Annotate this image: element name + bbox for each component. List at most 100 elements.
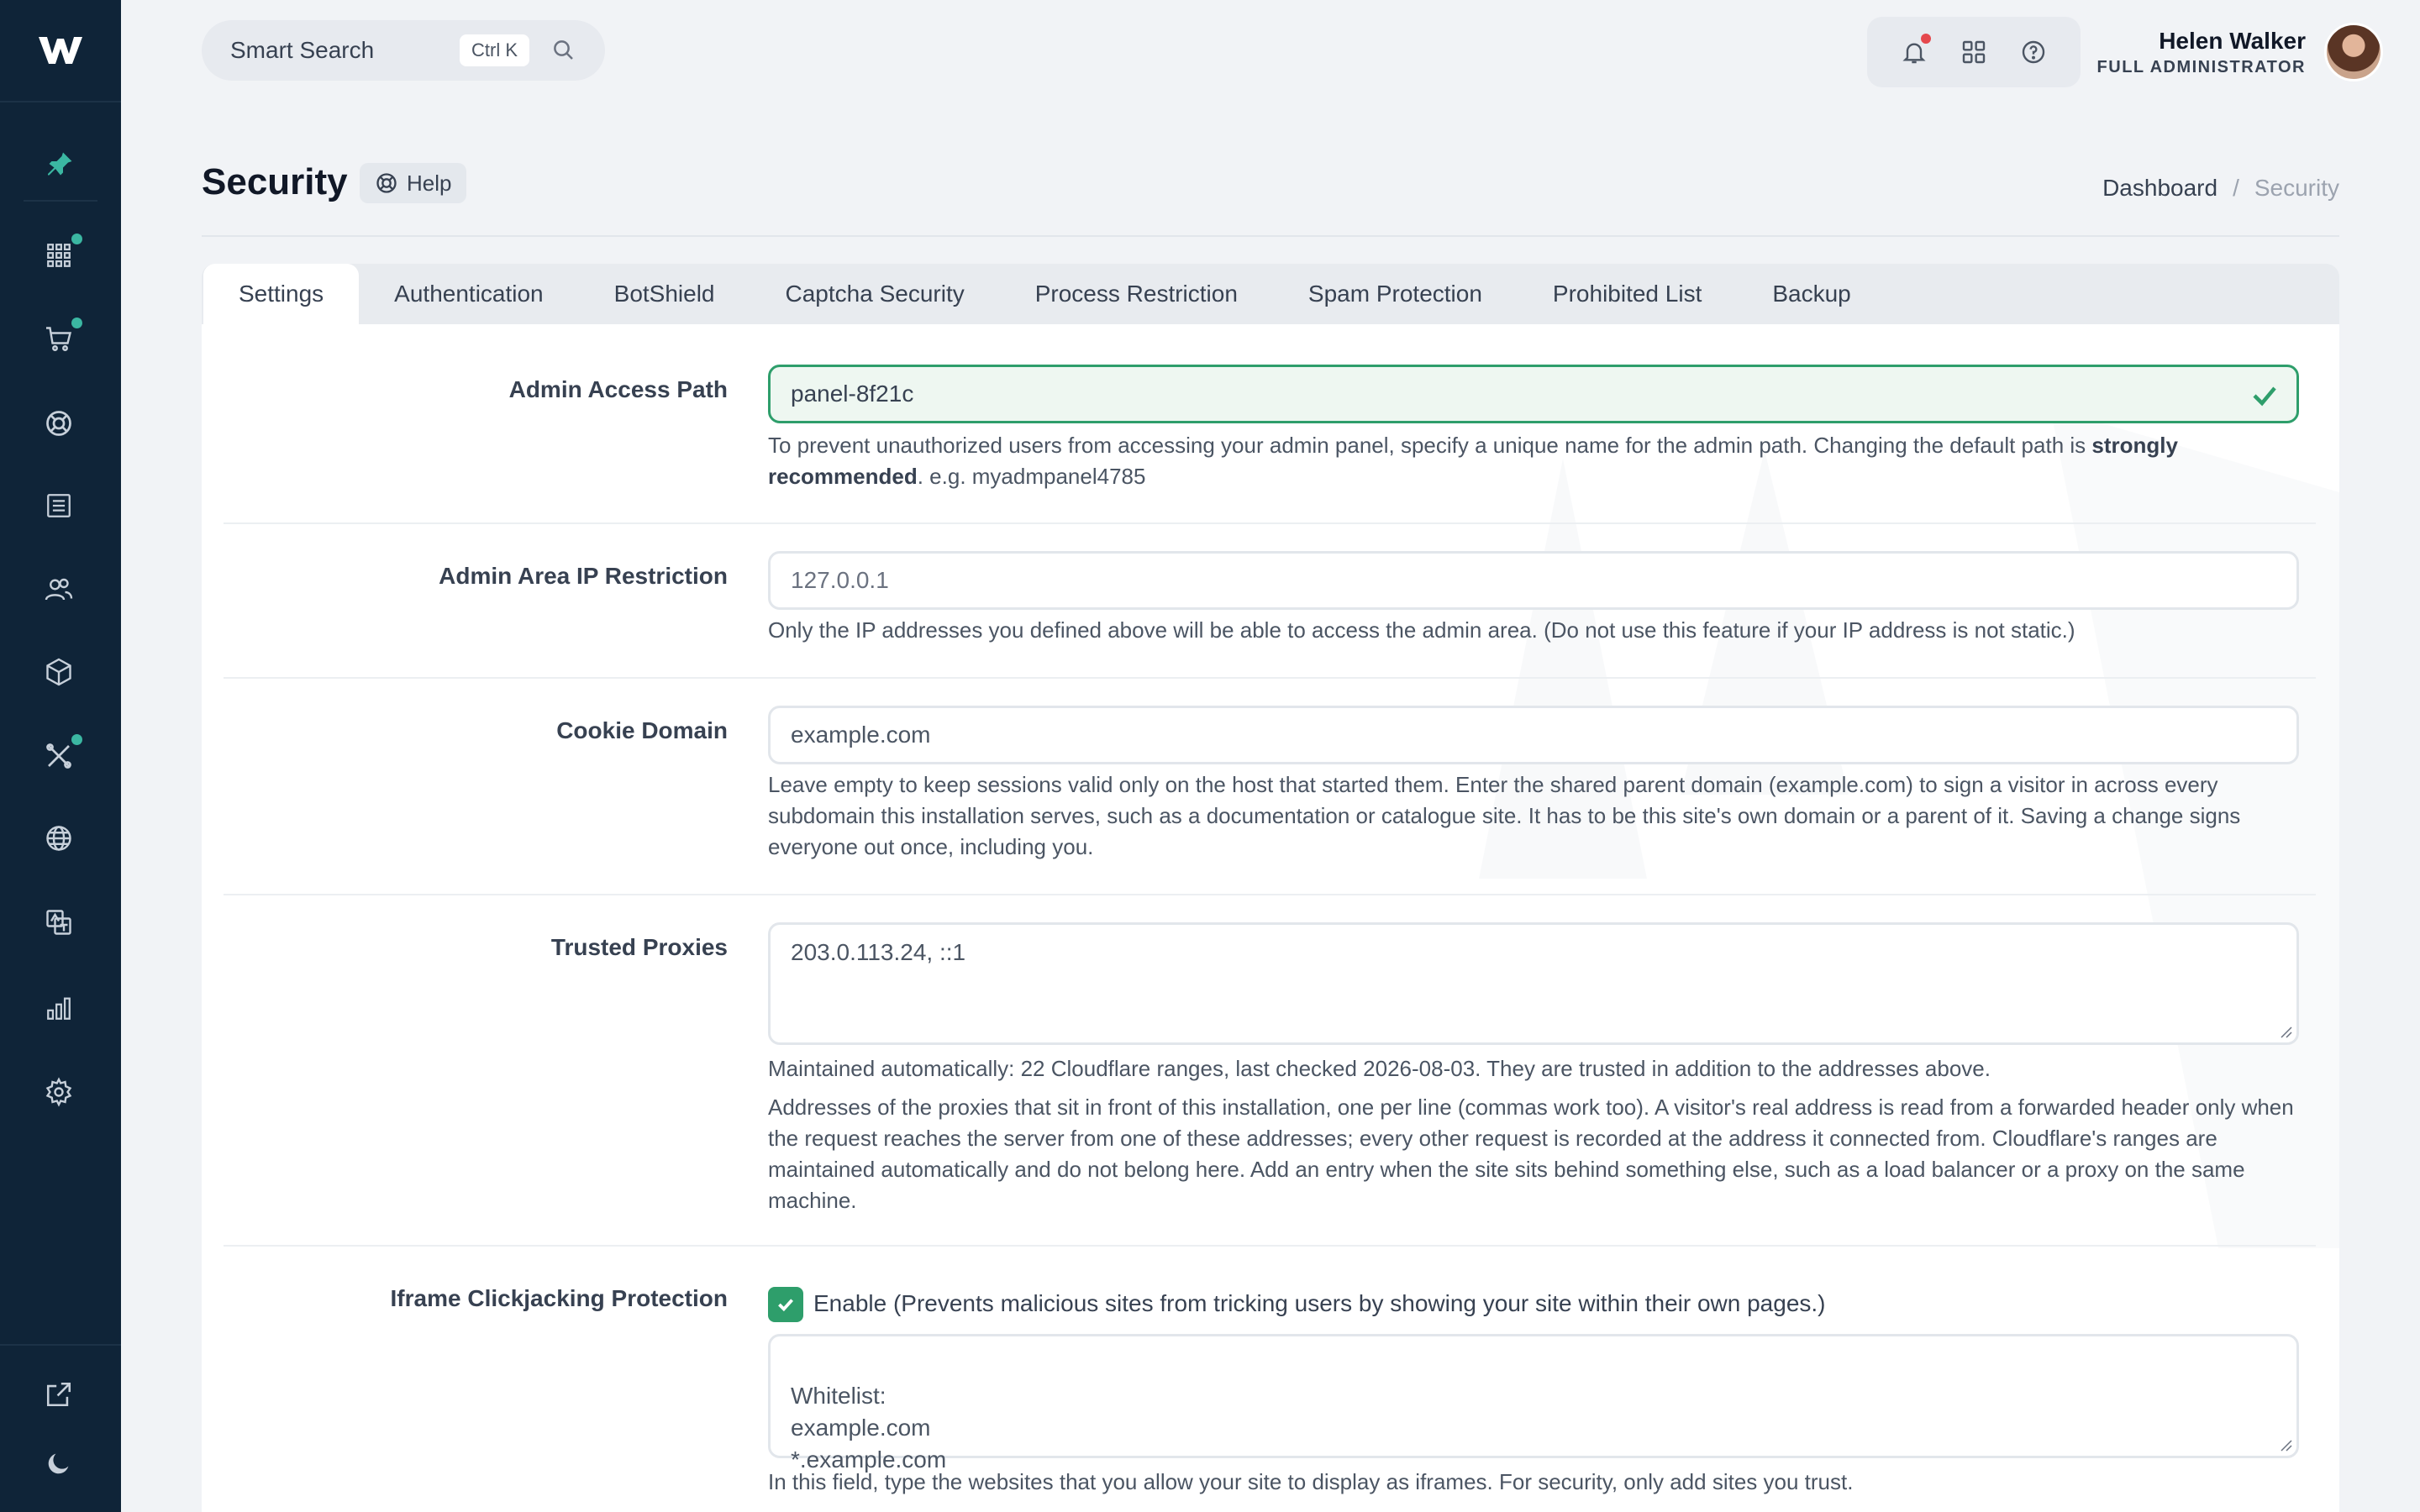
admin-path-value: panel-8f21c xyxy=(791,381,914,407)
users-icon xyxy=(45,578,73,601)
tab-botshield[interactable]: BotShield xyxy=(579,264,750,324)
iframe-whitelist-textarea[interactable]: Whitelist: example.com *.example.com xyxy=(768,1334,2299,1473)
help-label: Help xyxy=(407,170,452,196)
globe-icon xyxy=(46,826,71,851)
box-icon xyxy=(46,658,71,686)
check-icon xyxy=(2253,386,2276,407)
sidebar-item-tools[interactable] xyxy=(35,732,82,780)
tab-backup[interactable]: Backup xyxy=(1737,264,1886,324)
settings-card: Admin Access Path panel-8f21c To prevent… xyxy=(202,324,2339,1512)
trusted-proxies-label: Trusted Proxies xyxy=(550,934,728,960)
ip-restriction-hint: Only the IP addresses you defined above … xyxy=(768,617,2075,643)
tab-authentication[interactable]: Authentication xyxy=(359,264,578,324)
pin-icon xyxy=(48,152,72,176)
admin-path-input[interactable]: panel-8f21c xyxy=(768,365,2299,423)
apps-button[interactable] xyxy=(1954,32,1994,72)
tab-spam-protection[interactable]: Spam Protection xyxy=(1273,264,1518,324)
lifebuoy-icon xyxy=(376,173,397,193)
sidebar-item-reports[interactable] xyxy=(35,984,82,1032)
notifications-button[interactable] xyxy=(1894,32,1934,72)
row-divider xyxy=(224,894,2316,895)
search-icon[interactable] xyxy=(551,38,576,63)
help-button[interactable]: Help xyxy=(360,163,467,203)
cookie-domain-placeholder: example.com xyxy=(791,722,931,748)
open-site-button[interactable] xyxy=(35,1371,82,1418)
trusted-proxies-auto-note: Maintained automatically: 22 Cloudflare … xyxy=(768,1056,1991,1081)
check-icon xyxy=(778,1299,793,1312)
iframe-whitelist-hint: In this field, type the websites that yo… xyxy=(768,1469,1854,1494)
tab-process-restriction[interactable]: Process Restriction xyxy=(1000,264,1273,324)
trusted-proxies-hint: Addresses of the proxies that sit in fro… xyxy=(768,1095,2294,1213)
user-role: FULL ADMINISTRATOR xyxy=(2096,57,2306,76)
row-divider xyxy=(224,522,2316,524)
admin-path-label: Admin Access Path xyxy=(508,376,728,402)
cart-icon xyxy=(46,327,72,351)
iframe-protection-label: Iframe Clickjacking Protection xyxy=(390,1285,728,1311)
user-menu[interactable]: Helen Walker FULL ADMINISTRATOR xyxy=(2097,20,2383,84)
tab-bar: Settings Authentication BotShield Captch… xyxy=(202,264,2339,324)
breadcrumb-dashboard[interactable]: Dashboard xyxy=(2102,175,2217,202)
moon-icon xyxy=(48,1453,69,1474)
avatar[interactable] xyxy=(2324,23,2383,81)
notification-dot xyxy=(71,234,82,244)
cookie-domain-hint: Leave empty to keep sessions valid only … xyxy=(768,772,2241,859)
row-divider xyxy=(224,677,2316,679)
sidebar-item-apps[interactable] xyxy=(35,232,82,279)
tab-captcha-security[interactable]: Captcha Security xyxy=(750,264,1000,324)
apps-icon xyxy=(1962,40,1986,64)
trusted-proxies-textarea[interactable]: 203.0.113.24, ::1 xyxy=(768,922,2299,1045)
cookie-domain-label: Cookie Domain xyxy=(556,717,728,743)
sidebar-item-settings[interactable] xyxy=(35,1068,82,1116)
app-logo[interactable] xyxy=(0,0,121,102)
pin-button[interactable] xyxy=(24,128,97,202)
translate-icon xyxy=(46,910,71,935)
sidebar-item-products[interactable] xyxy=(35,648,82,696)
user-name: Helen Walker xyxy=(2159,27,2306,54)
bar-chart-icon xyxy=(47,997,71,1020)
breadcrumb-current: Security xyxy=(2254,175,2339,201)
resize-handle-icon[interactable] xyxy=(2278,1024,2293,1039)
notification-dot xyxy=(1920,34,1931,44)
iframe-whitelist-placeholder: Whitelist: example.com *.example.com xyxy=(791,1383,947,1473)
iframe-protection-checkbox[interactable] xyxy=(768,1287,803,1322)
sidebar-item-support[interactable] xyxy=(35,400,82,447)
trusted-proxies-value: 203.0.113.24, ::1 xyxy=(791,939,966,965)
sidebar-divider xyxy=(0,1344,121,1346)
tab-prohibited-list[interactable]: Prohibited List xyxy=(1518,264,1737,324)
tab-settings[interactable]: Settings xyxy=(203,264,360,324)
top-actions xyxy=(1867,17,2081,87)
sidebar-item-web[interactable] xyxy=(35,815,82,862)
sidebar-item-pages[interactable] xyxy=(35,482,82,529)
ip-restriction-input[interactable]: 127.0.0.1 xyxy=(768,551,2299,610)
search-shortcut: Ctrl K xyxy=(460,34,529,66)
sidebar xyxy=(0,0,121,1512)
ip-restriction-placeholder: 127.0.0.1 xyxy=(791,567,889,593)
row-divider xyxy=(224,1245,2316,1247)
cookie-domain-input[interactable]: example.com xyxy=(768,706,2299,764)
header-divider xyxy=(202,235,2339,237)
notification-dot xyxy=(71,318,82,328)
document-list-icon xyxy=(47,494,71,517)
smart-search[interactable]: Smart Search Ctrl K xyxy=(202,20,605,81)
logo-icon xyxy=(39,37,82,64)
sidebar-item-shop[interactable] xyxy=(35,316,82,363)
gear-icon xyxy=(45,1077,72,1107)
resize-handle-icon[interactable] xyxy=(2278,1437,2293,1452)
breadcrumb-separator: / xyxy=(2233,175,2239,201)
external-link-icon xyxy=(46,1382,71,1407)
search-label: Smart Search xyxy=(230,37,375,63)
tools-icon xyxy=(46,743,71,769)
question-icon xyxy=(2023,40,2045,64)
admin-path-hint: To prevent unauthorized users from acces… xyxy=(768,433,2178,489)
breadcrumb: Dashboard / Security xyxy=(2102,175,2339,202)
iframe-protection-checkbox-label[interactable]: Enable (Prevents malicious sites from tr… xyxy=(813,1290,1826,1317)
sidebar-item-users[interactable] xyxy=(35,566,82,613)
ip-restriction-label: Admin Area IP Restriction xyxy=(439,563,728,589)
lifebuoy-icon xyxy=(46,411,71,436)
grid-icon xyxy=(47,244,71,267)
page-title: Security xyxy=(202,161,348,202)
sidebar-item-translations[interactable] xyxy=(35,899,82,946)
dark-mode-toggle[interactable] xyxy=(35,1440,82,1487)
help-center-button[interactable] xyxy=(2013,32,2054,72)
user-info: Helen Walker FULL ADMINISTRATOR xyxy=(2097,28,2306,77)
